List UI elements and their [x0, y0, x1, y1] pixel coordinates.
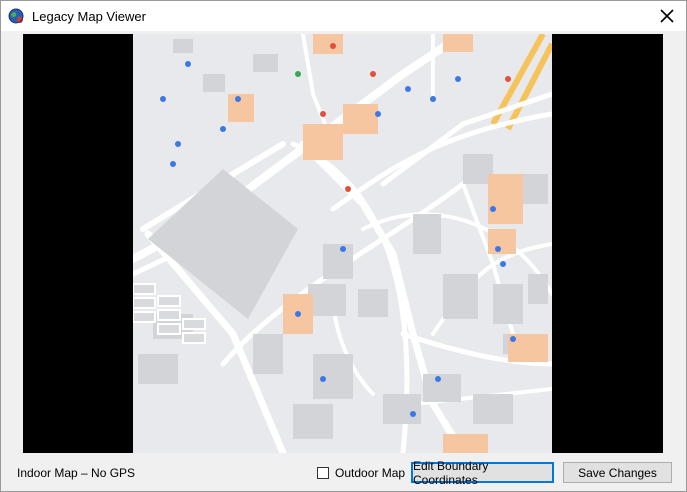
map-canvas[interactable]: [133, 34, 552, 453]
map-image: [133, 34, 552, 453]
outdoor-map-label[interactable]: Outdoor Map: [335, 466, 405, 480]
save-changes-button[interactable]: Save Changes: [563, 462, 672, 483]
window-title: Legacy Map Viewer: [32, 8, 146, 24]
close-button[interactable]: [654, 4, 680, 28]
edit-boundary-coordinates-button[interactable]: Edit Boundary Coordinates: [411, 459, 554, 487]
map-viewer-window: Legacy Map Viewer Indoor Map – No GPS Ou…: [0, 0, 687, 492]
globe-icon: [8, 8, 24, 24]
title-bar: Legacy Map Viewer: [1, 1, 686, 31]
close-icon: [660, 9, 674, 23]
outdoor-map-checkbox[interactable]: [317, 467, 329, 479]
outdoor-map-toggle[interactable]: Outdoor Map: [317, 466, 405, 480]
map-viewport[interactable]: [23, 34, 663, 453]
map-status-text: Indoor Map – No GPS: [17, 466, 136, 480]
